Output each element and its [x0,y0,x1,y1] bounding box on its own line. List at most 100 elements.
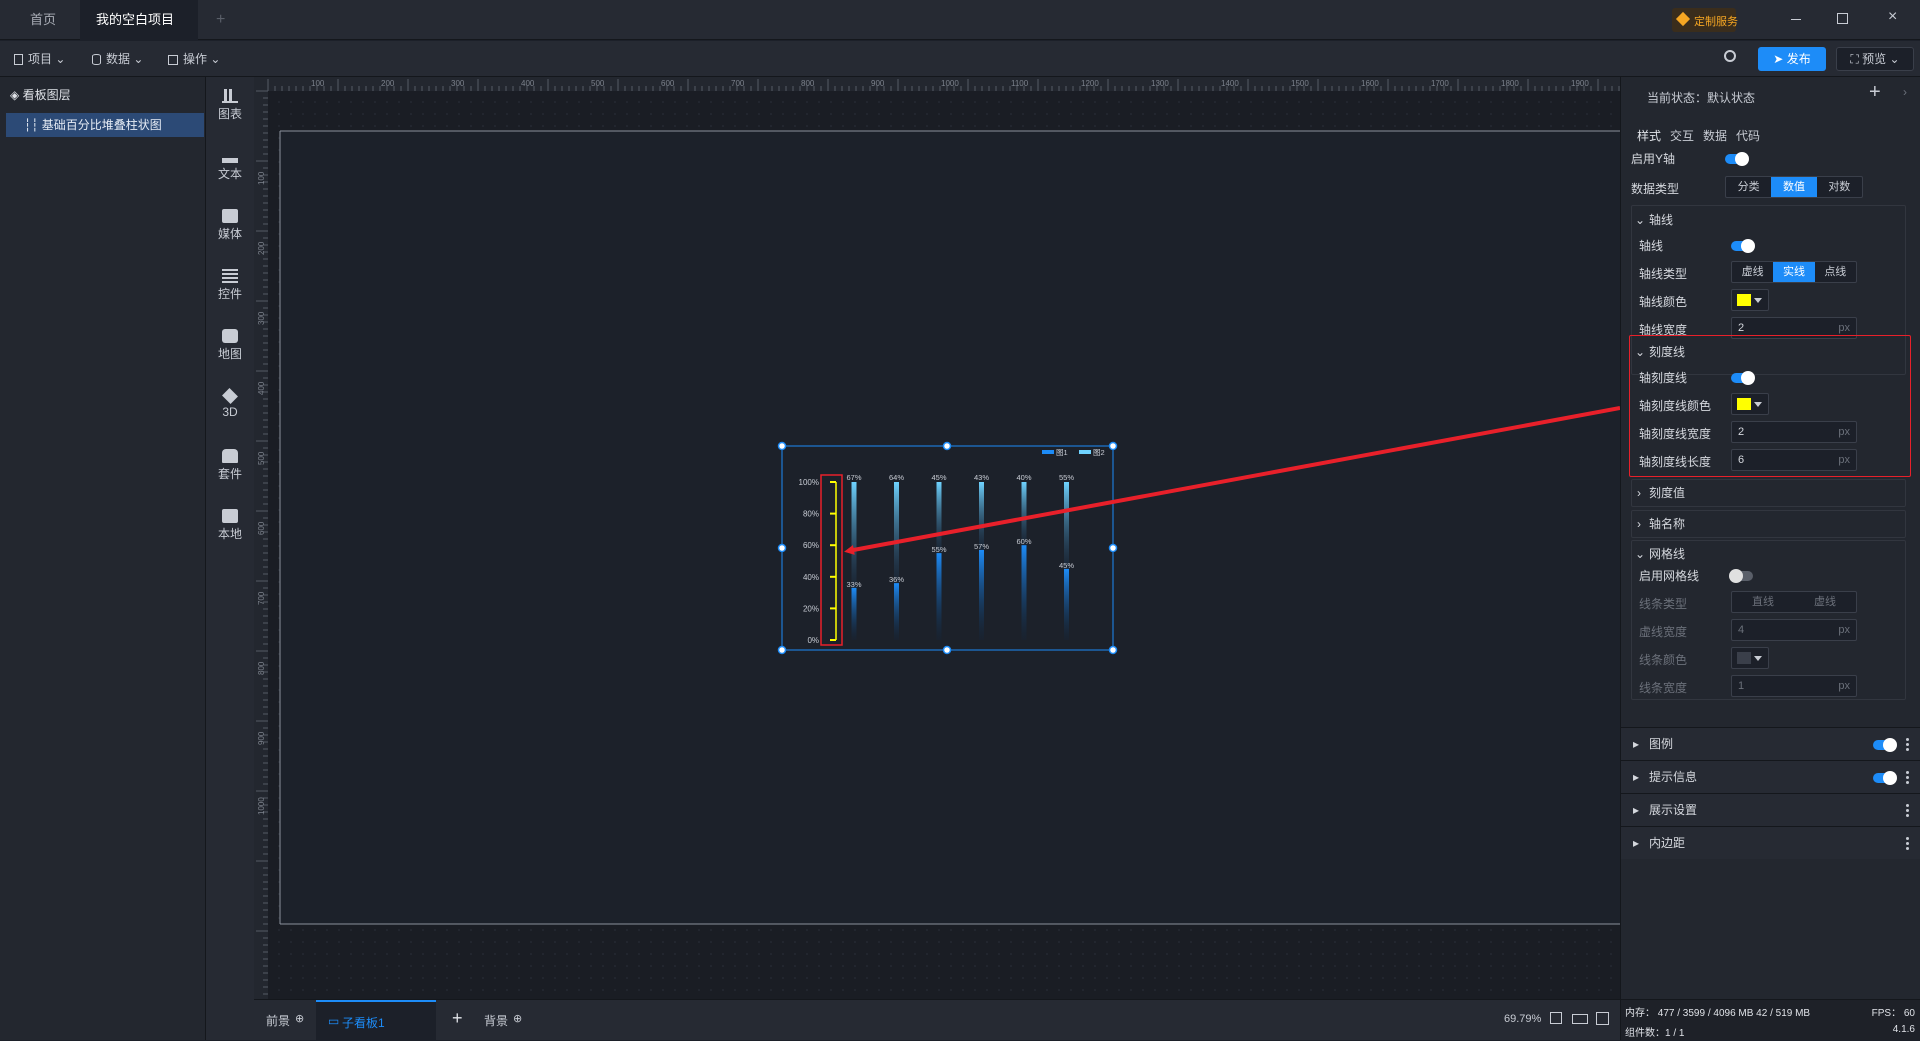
rail-map[interactable]: 地图 [206,329,254,362]
minimize-icon[interactable] [1791,19,1801,20]
resize-handle[interactable] [777,645,787,655]
enable-y-label: 启用Y轴 [1631,152,1676,166]
foreground-label: 前景 [266,1014,291,1028]
rail-media[interactable]: 媒体 [206,209,254,242]
foreground-tab[interactable]: 前景 ⊕ [266,1012,304,1029]
add-subboard-button[interactable]: + [452,1008,463,1029]
display-row-label: 展示设置 [1649,803,1698,817]
resize-handle[interactable] [777,543,787,553]
display-row[interactable]: ▸ 展示设置 [1621,793,1920,826]
axis-line-type-dashed[interactable]: 虚线 [1732,262,1773,282]
operate-menu[interactable]: 操作 ⌄ [168,49,220,69]
rail-control[interactable]: 控件 [206,269,254,302]
resize-handle[interactable] [942,645,952,655]
rail-text[interactable]: 文本 [206,149,254,182]
tooltip-toggle[interactable] [1873,771,1897,785]
enable-grid-toggle[interactable] [1729,569,1753,583]
chevron-right-icon[interactable]: › [1903,85,1907,99]
axis-line-toggle[interactable] [1731,239,1755,253]
chevron-down-icon: ⌄ [1635,547,1646,561]
ruler-label: 1300 [1151,79,1169,88]
subboard-tab[interactable]: ▭ 子看板1 [316,1000,436,1041]
padding-row[interactable]: ▸ 内边距 [1621,826,1920,859]
resize-handle[interactable] [777,441,787,451]
ruler-label: 1800 [1501,79,1519,88]
resize-handle[interactable] [1108,645,1118,655]
axis-line-type-solid[interactable]: 实线 [1773,262,1815,282]
dash-width-input[interactable]: 4 px [1731,619,1857,641]
tab-home[interactable]: 首页 [14,0,72,40]
restore-icon[interactable] [1837,13,1848,24]
project-menu-label: 项目 [28,52,53,66]
rail-local[interactable]: 本地 [206,509,254,542]
preview-label: 预览 [1862,52,1887,66]
close-icon[interactable]: × [1888,8,1897,26]
grid-line-type-dashed[interactable]: 虚线 [1794,592,1856,612]
tab-project[interactable]: 我的空白项目 [80,0,198,65]
more-icon[interactable] [1906,771,1909,784]
tab-style[interactable]: 样式 [1637,127,1661,144]
fit-screen-icon[interactable] [1550,1012,1562,1024]
tick-value-section-header[interactable]: › 刻度值 [1633,479,1903,507]
enable-y-toggle[interactable] [1725,152,1749,166]
zoom-level[interactable]: 69.79% [1504,1013,1541,1025]
legend-swatch [1042,450,1054,454]
tick-color-picker[interactable] [1731,393,1769,415]
tick-width-input[interactable]: 2 px [1731,421,1857,443]
keyboard-icon[interactable] [1572,1014,1588,1024]
rail-kit[interactable]: 套件 [206,449,254,482]
grid-line-type-straight[interactable]: 直线 [1732,592,1794,612]
publish-button[interactable]: ➤ 发布 [1758,47,1826,71]
line-color-picker[interactable] [1731,647,1769,669]
toolbar: 项目 ⌄ 数据 ⌄ 操作 ⌄ ➤ 发布 ⛶ 预览 ⌄ [0,41,1920,77]
grid-section-title: 网格线 [1649,547,1686,561]
component-rail: 图表 文本 媒体 控件 地图 3D 套件 本地 [206,77,254,1040]
tick-length-input[interactable]: 6 px [1731,449,1857,471]
axis-line-section-header[interactable]: ⌄ 轴线 [1633,206,1903,234]
grid-line-type-select[interactable]: 直线 虚线 [1731,591,1857,613]
custom-service-button[interactable]: 定制服务 [1672,8,1738,32]
cube-icon [222,388,238,404]
line-width-input[interactable]: 1 px [1731,675,1857,697]
rail-3d[interactable]: 3D [206,388,254,419]
resize-handle[interactable] [1108,441,1118,451]
legend-row-label: 图例 [1649,737,1674,751]
search-icon[interactable] [1724,50,1736,62]
preview-button[interactable]: ⛶ 预览 ⌄ [1836,47,1914,71]
layer-item[interactable]: ┆┆ 基础百分比堆叠柱状图 [6,113,204,137]
more-icon[interactable] [1906,804,1909,817]
rail-chart[interactable]: 图表 [206,89,254,122]
legend-row[interactable]: ▸ 图例 [1621,727,1920,760]
resize-handle[interactable] [942,441,952,451]
axis-line-type-select[interactable]: 虚线 实线 点线 [1731,261,1857,283]
data-type-select[interactable]: 分类 数值 对数 [1725,176,1863,198]
project-menu[interactable]: 项目 ⌄ [14,49,65,69]
tick-line-toggle[interactable] [1731,371,1755,385]
add-state-button[interactable]: + [1869,81,1881,104]
background-tab[interactable]: 背景 ⊕ [484,1012,522,1029]
design-canvas[interactable]: 100 200 300 400 500 600 700 800 900 1000 1100 1200 1… [254,77,1620,999]
axis-line-type-dotted[interactable]: 点线 [1815,262,1856,282]
axis-line-color-picker[interactable] [1731,289,1769,311]
bar-series2 [1021,545,1027,640]
rail-local-label: 本地 [217,527,242,541]
legend-toggle[interactable] [1873,738,1897,752]
more-icon[interactable] [1906,837,1909,850]
add-tab-button[interactable]: + [200,0,241,40]
grid-section-header[interactable]: ⌄ 网格线 [1633,540,1903,568]
tick-line-section-header[interactable]: ⌄ 刻度线 [1633,338,1903,366]
tab-code[interactable]: 代码 [1736,127,1760,144]
tab-data[interactable]: 数据 [1703,127,1727,144]
more-icon[interactable] [1906,738,1909,751]
tab-interaction[interactable]: 交互 [1670,127,1694,144]
current-state[interactable]: 当前状态：默认状态 [1647,89,1755,106]
data-type-log[interactable]: 对数 [1817,177,1862,197]
data-type-value[interactable]: 数值 [1771,177,1817,197]
data-menu[interactable]: 数据 ⌄ [92,49,143,69]
data-type-category[interactable]: 分类 [1726,177,1771,197]
tooltip-row[interactable]: ▸ 提示信息 [1621,760,1920,793]
terminal-icon[interactable] [1596,1012,1609,1025]
resize-handle[interactable] [1108,543,1118,553]
axis-name-section-header[interactable]: › 轴名称 [1633,510,1903,538]
shirt-icon [222,449,238,463]
